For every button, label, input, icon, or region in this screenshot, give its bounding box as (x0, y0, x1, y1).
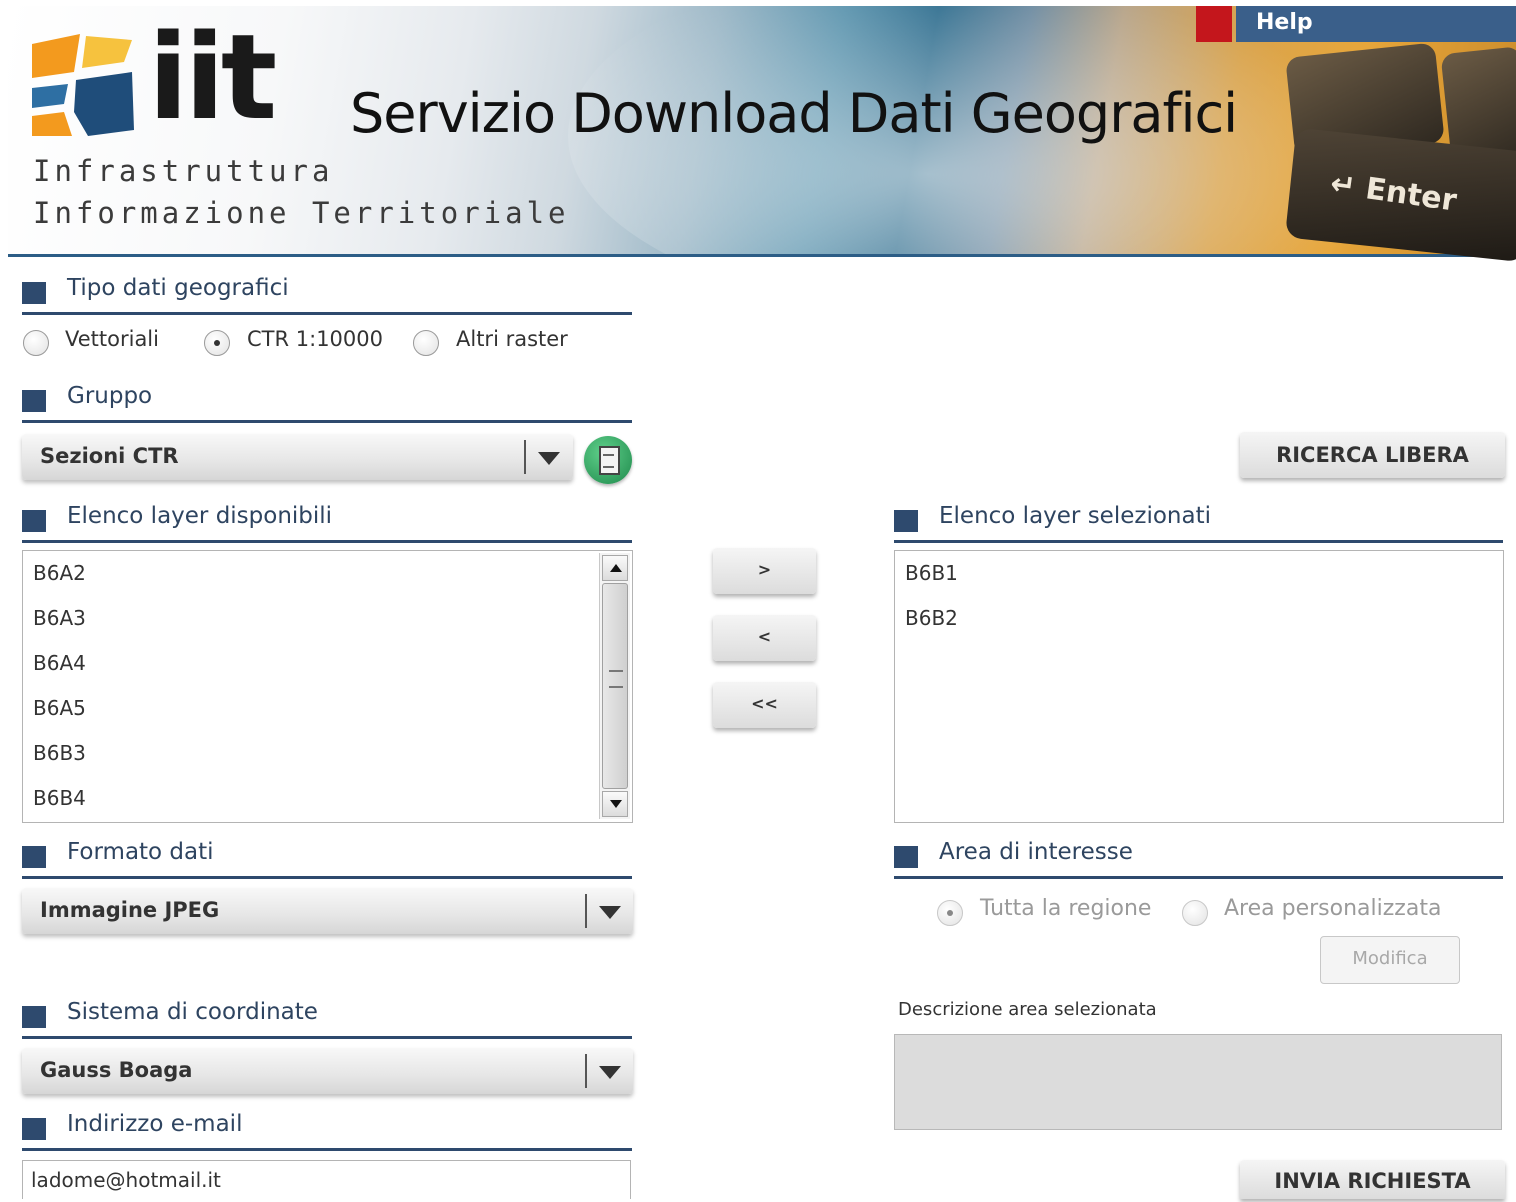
ricerca-libera-button[interactable]: RICERCA LIBERA (1240, 432, 1505, 478)
section-marker-icon (22, 1006, 46, 1028)
radio-area-personalizzata-label: Area personalizzata (1224, 896, 1442, 921)
formato-select[interactable]: Immagine JPEG (22, 888, 633, 934)
remove-layer-button[interactable]: < (713, 615, 816, 661)
list-item[interactable]: B6B2 (895, 596, 1503, 641)
list-item[interactable]: B6B3 (23, 731, 632, 776)
scroll-down-button[interactable] (602, 791, 628, 817)
dropdown-separator (585, 894, 587, 928)
section-title: Area di interesse (939, 839, 1133, 865)
section-email: Indirizzo e-mail (22, 1108, 632, 1151)
section-layer-selezionati: Elenco layer selezionati (894, 500, 1503, 543)
section-title: Sistema di coordinate (67, 999, 318, 1025)
section-marker-icon (22, 846, 46, 868)
list-item[interactable]: B6A5 (23, 686, 632, 731)
grip-icon (609, 670, 623, 688)
document-info-icon[interactable] (584, 436, 632, 484)
radio-area-personalizzata[interactable] (1182, 900, 1208, 926)
formato-select-value: Immagine JPEG (40, 898, 220, 922)
list-item[interactable]: B6A2 (23, 551, 632, 596)
section-formato-dati: Formato dati (22, 836, 632, 879)
section-marker-icon (22, 1118, 46, 1140)
page-title: Servizio Download Dati Geografici (350, 82, 1238, 145)
gruppo-select-value: Sezioni CTR (40, 444, 179, 468)
section-gruppo: Gruppo (22, 380, 632, 423)
header-divider (8, 254, 1516, 257)
help-accent-block (1196, 6, 1232, 42)
radio-altri-raster[interactable] (413, 330, 439, 356)
available-layers-list[interactable]: B6A2 B6A3 B6A4 B6A5 B6B3 B6B4 (22, 550, 633, 823)
logo-wordmark: iit (148, 8, 277, 146)
radio-ctr[interactable] (204, 330, 230, 356)
radio-tutta-regione[interactable] (937, 900, 963, 926)
section-marker-icon (894, 846, 918, 868)
arrow-up-icon (610, 564, 622, 572)
email-field[interactable] (22, 1160, 631, 1199)
arrow-down-icon (610, 800, 622, 808)
section-title: Tipo dati geografici (67, 275, 289, 301)
radio-altri-raster-label: Altri raster (456, 327, 568, 351)
section-title: Elenco layer selezionati (939, 503, 1211, 529)
section-marker-icon (22, 390, 46, 412)
section-marker-icon (894, 510, 918, 532)
section-title: Elenco layer disponibili (67, 503, 333, 529)
help-button[interactable]: Help (1236, 6, 1516, 42)
dropdown-separator (585, 1054, 587, 1088)
section-layer-disponibili: Elenco layer disponibili (22, 500, 632, 543)
add-layer-button[interactable]: > (713, 548, 816, 594)
scroll-up-button[interactable] (602, 555, 628, 581)
modifica-button[interactable]: Modifica (1320, 936, 1460, 984)
dropdown-separator (524, 440, 526, 474)
invia-richiesta-button[interactable]: INVIA RICHIESTA (1240, 1160, 1505, 1199)
vertical-scrollbar[interactable] (599, 553, 630, 819)
radio-ctr-label: CTR 1:10000 (247, 327, 383, 351)
radio-vettoriali[interactable] (23, 330, 49, 356)
section-sistema-coordinate: Sistema di coordinate (22, 996, 632, 1039)
chevron-down-icon (599, 906, 621, 919)
section-marker-icon (22, 282, 46, 304)
section-title: Indirizzo e-mail (67, 1111, 243, 1137)
list-item[interactable]: B6B4 (23, 776, 632, 821)
remove-all-layers-button[interactable]: << (713, 682, 816, 728)
gruppo-select[interactable]: Sezioni CTR (22, 434, 573, 480)
coordinate-select-value: Gauss Boaga (40, 1058, 193, 1082)
logo-subtitle-line2: Informazione Territoriale (33, 196, 570, 230)
descrizione-area-label: Descrizione area selezionata (898, 999, 1157, 1020)
section-title: Formato dati (67, 839, 214, 865)
logo-subtitle-line1: Infrastruttura (33, 154, 334, 188)
list-item[interactable]: B6B1 (895, 551, 1503, 596)
section-title: Gruppo (67, 383, 153, 409)
chevron-down-icon (599, 1066, 621, 1079)
list-item[interactable]: B6A3 (23, 596, 632, 641)
radio-vettoriali-label: Vettoriali (65, 327, 159, 351)
scroll-thumb[interactable] (602, 583, 628, 789)
descrizione-area-field (894, 1034, 1502, 1130)
radio-tutta-regione-label: Tutta la regione (980, 896, 1152, 921)
list-item[interactable]: B6A4 (23, 641, 632, 686)
coordinate-select[interactable]: Gauss Boaga (22, 1048, 633, 1094)
section-tipo-dati: Tipo dati geografici (22, 272, 632, 315)
selected-layers-list[interactable]: B6B1 B6B2 (894, 550, 1504, 823)
section-marker-icon (22, 510, 46, 532)
section-area-interesse: Area di interesse (894, 836, 1503, 879)
chevron-down-icon (538, 452, 560, 465)
iit-logo-icon (32, 34, 134, 136)
